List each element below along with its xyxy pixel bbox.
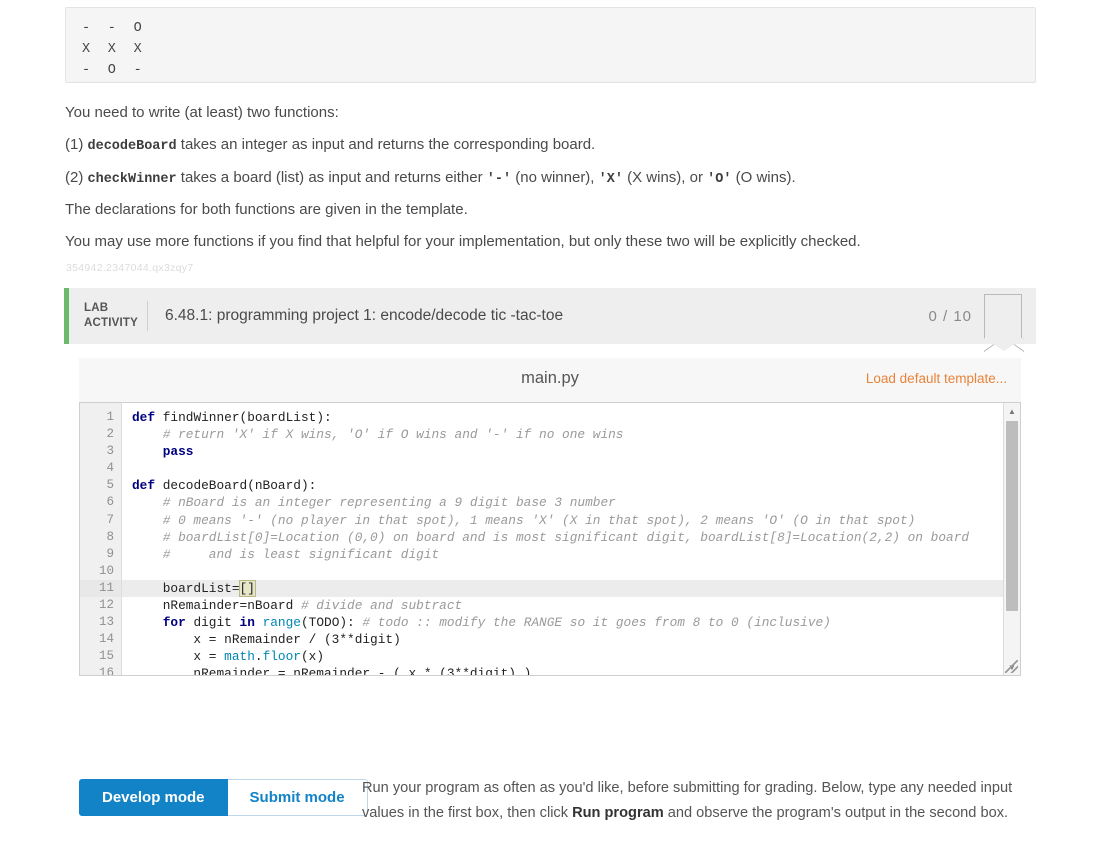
code-line xyxy=(122,563,1020,580)
code-line: def findWinner(boardList): xyxy=(122,409,1020,426)
develop-mode-button[interactable]: Develop mode xyxy=(79,779,228,816)
line-number: 12 xyxy=(80,597,121,614)
line-number: 1 xyxy=(80,409,121,426)
code-line: # nBoard is an integer representing a 9 … xyxy=(122,494,1020,511)
run-program-note: Run your program as often as you'd like,… xyxy=(362,776,1022,826)
code-editor-panel: main.py Load default template... 1234567… xyxy=(79,358,1021,676)
line-number: 10 xyxy=(80,563,121,580)
line-number: 8 xyxy=(80,529,121,546)
code-line: nRemainder=nBoard # divide and subtract xyxy=(122,597,1020,614)
load-default-template-link[interactable]: Load default template... xyxy=(866,371,1007,386)
item1-rest: takes an integer as input and returns th… xyxy=(177,136,596,153)
item1-prefix: (1) xyxy=(65,136,88,153)
line-number: 15 xyxy=(80,648,121,665)
editor-resize-handle-icon[interactable] xyxy=(1005,660,1018,673)
code-line: # and is least significant digit xyxy=(122,546,1020,563)
instructions-more-functions: You may use more functions if you find t… xyxy=(65,231,1025,252)
editor-code-area[interactable]: def findWinner(boardList): # return 'X' … xyxy=(122,403,1020,675)
mode-toggle-group: Develop mode Submit mode xyxy=(79,779,368,816)
activity-id-label: 354942.2347044.qx3zqy7 xyxy=(66,262,193,274)
line-number: 3 xyxy=(80,443,121,460)
sample-board-row: - O - xyxy=(82,60,1019,81)
sample-board-row: - - O xyxy=(82,18,1019,39)
header-divider xyxy=(147,301,148,331)
completion-shield-icon xyxy=(984,294,1022,338)
item2-mid: takes a board (list) as input and return… xyxy=(177,169,487,186)
lab-activity-header: LAB ACTIVITY 6.48.1: programming project… xyxy=(64,288,1036,344)
lab-activity-card: LAB ACTIVITY 6.48.1: programming project… xyxy=(64,288,1036,698)
lab-activity-score: 0 / 10 xyxy=(928,308,972,325)
lab-badge-line-1: LAB xyxy=(84,301,147,316)
line-number: 5 xyxy=(80,477,121,494)
code-line: for digit in range(TODO): # todo :: modi… xyxy=(122,614,1020,631)
item1-function-name: decodeBoard xyxy=(88,139,177,154)
code-line: pass xyxy=(122,443,1020,460)
line-number: 9 xyxy=(80,546,121,563)
item2-text-2: (X wins), or xyxy=(623,169,707,186)
lab-badge-line-2: ACTIVITY xyxy=(84,316,147,331)
code-line: x = math.floor(x) xyxy=(122,648,1020,665)
scrollbar-thumb[interactable] xyxy=(1006,421,1018,611)
instructions-item-1: (1) decodeBoard takes an integer as inpu… xyxy=(65,134,1025,157)
lab-activity-title: 6.48.1: programming project 1: encode/de… xyxy=(165,307,928,325)
line-number: 2 xyxy=(80,426,121,443)
line-number: 11 xyxy=(80,580,121,597)
line-number: 16 xyxy=(80,665,121,676)
page-root: - - O X X X - O - You need to write (at … xyxy=(0,0,1102,843)
item2-code-x: 'X' xyxy=(599,172,623,187)
scroll-up-arrow-icon[interactable]: ▲ xyxy=(1004,403,1020,419)
line-number: 6 xyxy=(80,494,121,511)
lab-activity-badge: LAB ACTIVITY xyxy=(69,301,147,331)
instructions-item-2: (2) checkWinner takes a board (list) as … xyxy=(65,167,1025,190)
line-number: 7 xyxy=(80,512,121,529)
code-line: boardList=[] xyxy=(122,580,1020,597)
item2-code-o: 'O' xyxy=(707,172,731,187)
editor-vertical-scrollbar[interactable]: ▲ ▼ xyxy=(1003,403,1020,675)
submit-mode-button[interactable]: Submit mode xyxy=(228,779,368,816)
line-number: 13 xyxy=(80,614,121,631)
run-note-part-2: and observe the program's output in the … xyxy=(664,805,1008,821)
code-line: # return 'X' if X wins, 'O' if O wins an… xyxy=(122,426,1020,443)
instructions-intro: You need to write (at least) two functio… xyxy=(65,102,1025,123)
code-line: # boardList[0]=Location (0,0) on board a… xyxy=(122,529,1020,546)
instructions-declarations: The declarations for both functions are … xyxy=(65,199,1025,220)
code-line xyxy=(122,460,1020,477)
line-number: 14 xyxy=(80,631,121,648)
item2-text-3: (O wins). xyxy=(731,169,795,186)
run-program-emphasis: Run program xyxy=(572,805,664,821)
item2-code-dash: '-' xyxy=(487,172,511,187)
code-line: nRemainder = nRemainder - ( x * (3**digi… xyxy=(122,665,1020,675)
sample-board-row: X X X xyxy=(82,39,1019,60)
item2-prefix: (2) xyxy=(65,169,88,186)
code-line: x = nRemainder / (3**digit) xyxy=(122,631,1020,648)
editor-titlebar: main.py Load default template... xyxy=(79,358,1021,402)
code-line: # 0 means '-' (no player in that spot), … xyxy=(122,512,1020,529)
item2-function-name: checkWinner xyxy=(88,172,177,187)
sample-board-code-block: - - O X X X - O - xyxy=(65,7,1036,83)
item2-text-1: (no winner), xyxy=(511,169,599,186)
line-number: 4 xyxy=(80,460,121,477)
editor-line-number-gutter: 12345678910111213141516171819 xyxy=(80,403,122,675)
code-editor-box[interactable]: 12345678910111213141516171819 def findWi… xyxy=(79,402,1021,676)
code-line: def decodeBoard(nBoard): xyxy=(122,477,1020,494)
